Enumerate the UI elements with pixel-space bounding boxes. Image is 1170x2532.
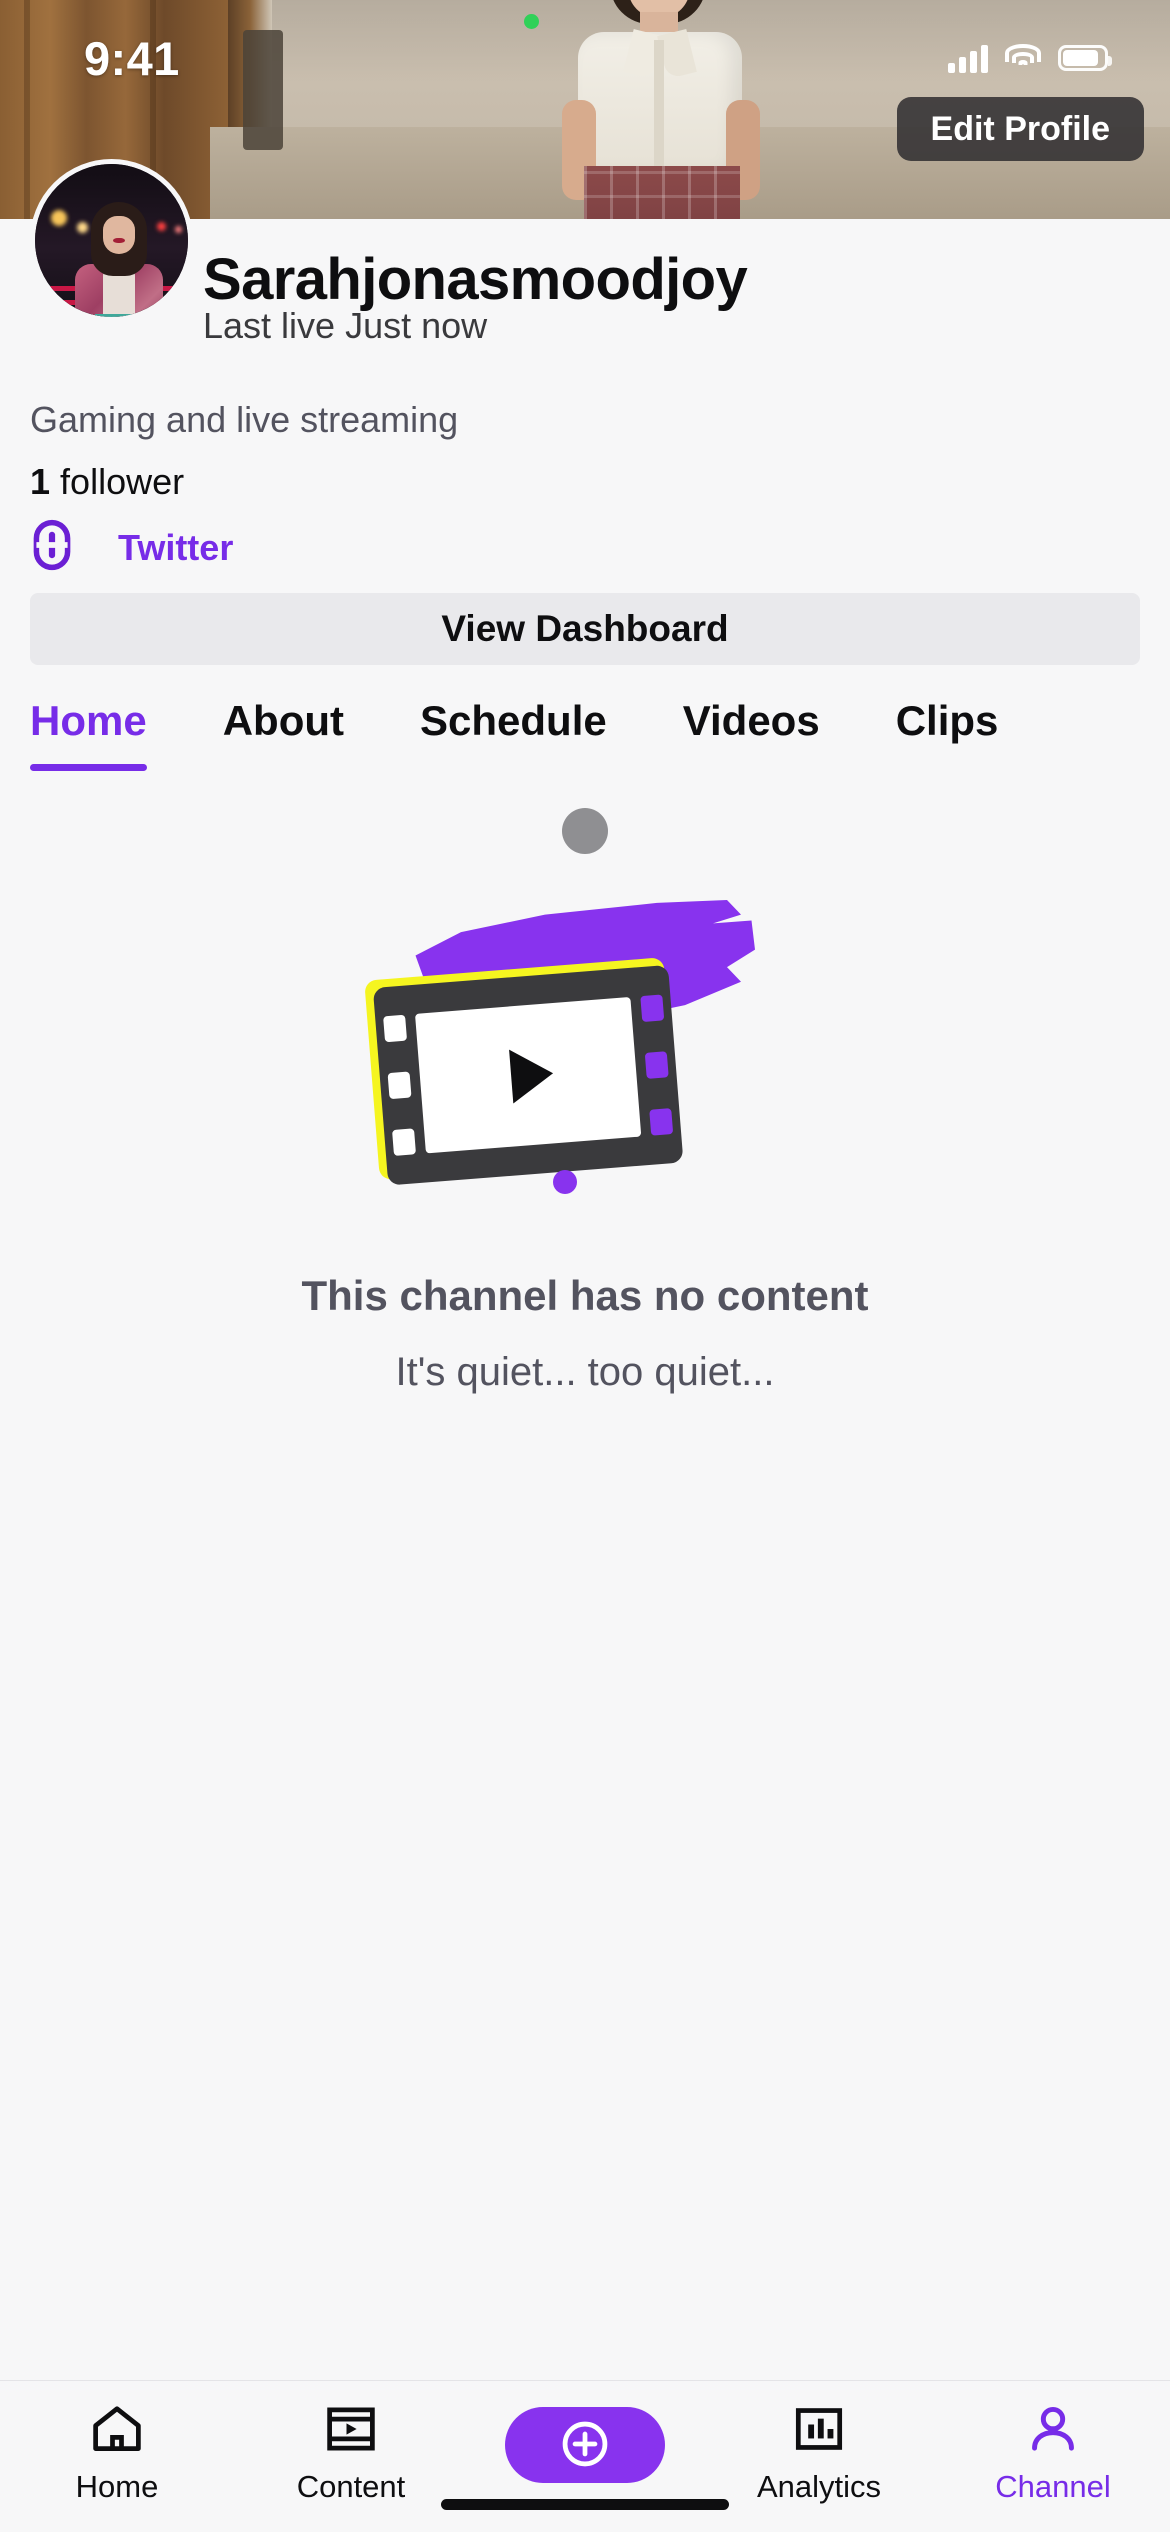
follower-count-label: follower	[60, 461, 185, 502]
nav-item-home[interactable]: Home	[7, 2401, 227, 2505]
tab-clips[interactable]: Clips	[896, 697, 999, 771]
link-icon	[30, 519, 74, 576]
view-dashboard-button[interactable]: View Dashboard	[30, 593, 1140, 665]
film-icon	[324, 2401, 378, 2457]
social-link-twitter[interactable]: Twitter	[30, 519, 233, 576]
status-bar: 9:41	[0, 0, 1170, 110]
film-strip-illustration	[364, 888, 795, 1218]
tab-about[interactable]: About	[223, 697, 344, 771]
social-link-label: Twitter	[118, 526, 234, 568]
follower-count: 1 follower	[30, 461, 184, 503]
page-title: Sarahjonasmoodjoy	[203, 247, 748, 312]
status-bar-time: 9:41	[84, 31, 180, 85]
create-button[interactable]	[505, 2407, 665, 2483]
house-icon	[90, 2401, 144, 2457]
empty-state-title: This channel has no content	[301, 1272, 869, 1319]
empty-state: This channel has no content It's quiet..…	[0, 789, 1170, 1395]
status-bar-indicators	[948, 43, 1112, 73]
nav-item-create[interactable]	[475, 2401, 695, 2495]
play-icon	[509, 1046, 556, 1104]
signal-bars-icon	[948, 43, 988, 73]
empty-state-subtitle: It's quiet... too quiet...	[395, 1350, 775, 1394]
nav-label-analytics: Analytics	[756, 2469, 882, 2504]
wifi-icon	[1005, 44, 1041, 72]
follower-count-value: 1	[30, 461, 51, 502]
last-live-label: Last live Just now	[203, 305, 488, 346]
nav-label-home: Home	[75, 2469, 159, 2504]
tab-videos[interactable]: Videos	[683, 697, 820, 771]
home-indicator	[441, 2499, 729, 2510]
tab-schedule[interactable]: Schedule	[420, 697, 607, 771]
bar-chart-icon	[792, 2401, 846, 2457]
channel-tabs: Home About Schedule Videos Clips	[0, 697, 1170, 789]
nav-item-analytics[interactable]: Analytics	[709, 2401, 929, 2505]
profile-bio: Gaming and live streaming	[30, 399, 459, 440]
nav-label-content: Content	[296, 2469, 406, 2504]
nav-item-content[interactable]: Content	[241, 2401, 461, 2505]
purple-dot-decor	[553, 1170, 577, 1194]
tab-home[interactable]: Home	[30, 697, 147, 771]
profile-section: Sarahjonasmoodjoy Last live Just now Gam…	[0, 159, 1170, 2532]
battery-icon	[1058, 45, 1112, 71]
person-icon	[1026, 2401, 1080, 2457]
avatar[interactable]	[30, 159, 193, 322]
nav-item-channel[interactable]: Channel	[943, 2401, 1163, 2505]
nav-label-channel: Channel	[995, 2469, 1111, 2504]
loading-dot-icon	[562, 808, 608, 854]
film-strip-icon	[372, 964, 684, 1186]
edit-profile-button[interactable]: Edit Profile	[896, 97, 1144, 161]
plus-circle-icon	[559, 2418, 611, 2473]
